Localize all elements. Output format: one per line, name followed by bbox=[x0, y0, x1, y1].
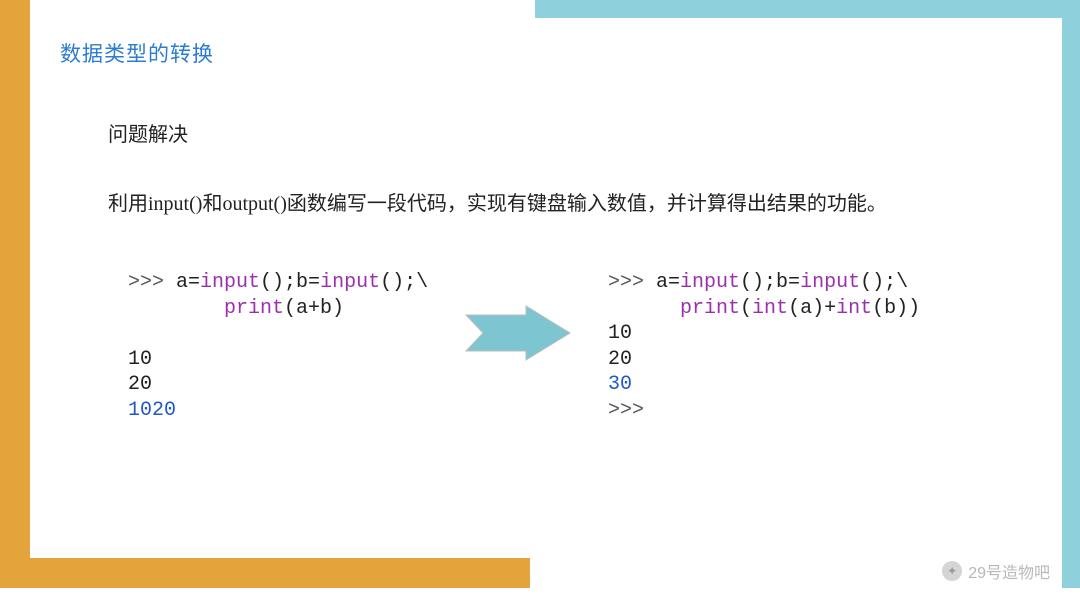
desc-mid1: 和 bbox=[202, 193, 222, 215]
input-value: 20 bbox=[608, 348, 632, 371]
frame-bottom bbox=[0, 558, 530, 588]
frame-left bbox=[0, 0, 30, 588]
frame-top-right bbox=[535, 0, 1080, 18]
code-text: ();\ bbox=[380, 271, 428, 294]
code-block-after: >>> a=input();b=input();\ print(int(a)+i… bbox=[608, 270, 988, 424]
code-text: ();b= bbox=[260, 271, 320, 294]
output-value: 1020 bbox=[128, 399, 176, 422]
code-text: ( bbox=[740, 297, 752, 320]
code-text: a= bbox=[656, 271, 680, 294]
code-block-before: >>> a=input();b=input();\ print(a+b) 10 … bbox=[128, 270, 448, 424]
slide-title: 数据类型的转换 bbox=[60, 38, 214, 68]
indent bbox=[608, 297, 680, 320]
input-value: 10 bbox=[128, 348, 152, 371]
desc-pre: 利用 bbox=[108, 193, 148, 215]
keyword-print: print bbox=[224, 297, 284, 320]
watermark-text: 29号造物吧 bbox=[968, 559, 1050, 583]
desc-post: 函数编写一段代码，实现有键盘输入数值，并计算得出结果的功能。 bbox=[287, 193, 887, 215]
code-text: (a)+ bbox=[788, 297, 836, 320]
arrow-icon bbox=[448, 305, 588, 361]
keyword-int: int bbox=[752, 297, 788, 320]
code-text: (a+b) bbox=[284, 297, 344, 320]
desc-fn2: output() bbox=[222, 193, 286, 215]
prompt: >>> bbox=[608, 399, 644, 422]
code-text: ();b= bbox=[740, 271, 800, 294]
input-value: 10 bbox=[608, 322, 632, 345]
description-text: 利用input()和output()函数编写一段代码，实现有键盘输入数值，并计算… bbox=[108, 183, 1000, 225]
code-text: ();\ bbox=[860, 271, 908, 294]
desc-fn1: input() bbox=[148, 193, 202, 215]
frame-right bbox=[1062, 0, 1080, 588]
prompt: >>> bbox=[128, 271, 176, 294]
code-comparison: >>> a=input();b=input();\ print(a+b) 10 … bbox=[128, 270, 1020, 424]
keyword-input: input bbox=[320, 271, 380, 294]
keyword-int: int bbox=[836, 297, 872, 320]
indent bbox=[128, 297, 224, 320]
prompt: >>> bbox=[608, 271, 656, 294]
keyword-input: input bbox=[800, 271, 860, 294]
section-subtitle: 问题解决 bbox=[108, 118, 188, 147]
code-text: a= bbox=[176, 271, 200, 294]
input-value: 20 bbox=[128, 373, 152, 396]
output-value: 30 bbox=[608, 373, 632, 396]
keyword-input: input bbox=[200, 271, 260, 294]
keyword-input: input bbox=[680, 271, 740, 294]
code-text: (b)) bbox=[872, 297, 920, 320]
keyword-print: print bbox=[680, 297, 740, 320]
watermark: ✦ 29号造物吧 bbox=[942, 559, 1050, 583]
wechat-icon: ✦ bbox=[942, 561, 962, 581]
